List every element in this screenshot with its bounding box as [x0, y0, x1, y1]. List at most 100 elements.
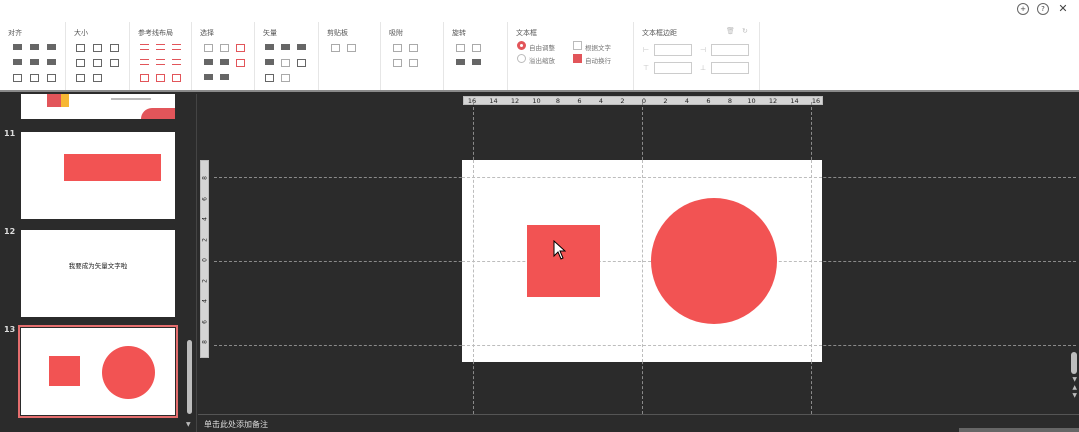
shape-convert-icon[interactable] [281, 74, 290, 82]
ruler-tick-label: 4 [201, 299, 209, 303]
slide-number: 11 [4, 129, 16, 138]
scroll-down-icon[interactable]: ▼ [1072, 376, 1077, 383]
same-width-icon[interactable] [76, 44, 85, 52]
distribute-vertical-icon[interactable] [30, 74, 39, 82]
auto-adjust-radio[interactable] [517, 41, 526, 50]
margin-right-icon: ⊣ [700, 46, 707, 54]
align-center-icon[interactable] [30, 44, 39, 50]
scroll-down-icon[interactable]: ▼ [186, 421, 191, 428]
align-left-icon[interactable] [13, 44, 22, 50]
group-title: 吸附 [389, 29, 403, 37]
slides-scrollbar[interactable] [187, 340, 192, 414]
plus-circle-icon[interactable]: + [1017, 3, 1029, 15]
text-to-vector-icon[interactable] [265, 74, 274, 82]
group-title: 选择 [200, 29, 214, 37]
fit-slide-icon[interactable] [110, 59, 119, 67]
same-height-icon[interactable] [93, 44, 102, 52]
snap-top-icon[interactable] [393, 59, 402, 67]
rotate-right-icon[interactable] [472, 44, 481, 52]
select-same-icon[interactable] [220, 44, 229, 52]
select-bottom-icon[interactable] [204, 74, 213, 80]
ruler-tick-label: 8 [727, 97, 733, 105]
size-right-icon[interactable] [93, 74, 102, 82]
distribute-horizontal-icon[interactable] [13, 74, 22, 82]
guide-spread-v-icon[interactable] [156, 74, 165, 82]
guide-center-icon[interactable] [156, 44, 165, 50]
group-title: 文本框边距 [642, 29, 677, 37]
union-icon[interactable] [265, 44, 274, 50]
guide-spread-h-icon[interactable] [140, 74, 149, 82]
align-top-icon[interactable] [13, 59, 22, 65]
select-invert-icon[interactable] [236, 44, 245, 52]
refresh-icon[interactable]: ↻ [742, 27, 748, 35]
shape-by-text-checkbox[interactable] [573, 41, 582, 50]
group-snap: 吸附 [381, 22, 444, 90]
ruler-tick-label: 0 [201, 258, 209, 262]
intersect-icon[interactable] [265, 59, 274, 65]
red-circle-shape[interactable] [651, 198, 777, 324]
group-align: 对齐 [0, 22, 66, 90]
copy-icon[interactable] [331, 44, 340, 52]
select-color-icon[interactable] [236, 59, 245, 67]
select-all-icon[interactable] [204, 44, 213, 52]
subtract-icon[interactable] [281, 59, 290, 67]
fit-width-icon[interactable] [76, 59, 85, 67]
snap-right-icon[interactable] [409, 44, 418, 52]
snap-bottom-icon[interactable] [409, 59, 418, 67]
margin-top-input[interactable] [654, 62, 692, 74]
align-right-icon[interactable] [47, 44, 56, 50]
slide-thumb-10[interactable] [21, 94, 175, 119]
combine-icon[interactable] [281, 44, 290, 50]
slide-number: 13 [4, 325, 16, 334]
slide-thumb-11[interactable] [21, 132, 175, 219]
paste-icon[interactable] [347, 44, 356, 52]
group-title: 参考线布局 [138, 29, 173, 37]
size-left-icon[interactable] [76, 74, 85, 82]
canvas-scrollbar[interactable] [1071, 352, 1077, 374]
align-bottom-icon[interactable] [47, 59, 56, 65]
auto-wrap-checkbox[interactable] [573, 54, 582, 63]
guide-top-icon[interactable] [140, 59, 149, 65]
same-size-icon[interactable] [110, 44, 119, 52]
guide-right-icon[interactable] [172, 44, 181, 50]
flip-horizontal-icon[interactable] [472, 59, 481, 65]
slide-thumb-12[interactable]: 我要成为矢量文字啦 [21, 230, 175, 317]
ruler-tick-label: 12 [510, 97, 520, 105]
margin-right-input[interactable] [711, 44, 749, 56]
thumb-text: 我要成为矢量文字啦 [68, 262, 128, 270]
overflow-shrink-radio[interactable] [517, 54, 526, 63]
auto-adjust-label: 自由调整 [529, 44, 555, 52]
guide-bottom-icon[interactable] [172, 59, 181, 65]
close-icon[interactable]: ✕ [1057, 3, 1069, 15]
slide-thumb-13[interactable] [18, 325, 178, 418]
rotate-left-icon[interactable] [456, 44, 465, 52]
trash-icon[interactable]: 🗑 [726, 27, 735, 35]
snap-left-icon[interactable] [393, 44, 402, 52]
fit-height-icon[interactable] [93, 59, 102, 67]
select-top-icon[interactable] [204, 59, 213, 65]
group-textbox-margin: 文本框边距 🗑 ↻ ⊢ ⊣ ⊤ ⊥ [634, 22, 760, 90]
auto-wrap-label: 自动换行 [585, 57, 611, 65]
group-title: 大小 [74, 29, 88, 37]
next-slide-icon[interactable]: ▼ [1072, 392, 1077, 399]
margin-left-input[interactable] [654, 44, 692, 56]
guide-fill-icon[interactable] [172, 74, 181, 82]
edit-points-icon[interactable] [297, 59, 306, 67]
help-icon[interactable]: ? [1037, 3, 1049, 15]
fragment-icon[interactable] [297, 44, 306, 50]
guide-middle-icon[interactable] [156, 59, 165, 65]
flip-vertical-icon[interactable] [456, 59, 465, 65]
align-middle-icon[interactable] [30, 59, 39, 65]
ruler-tick-label: 4 [684, 97, 690, 105]
slide-number: 12 [4, 227, 16, 236]
align-slide-icon[interactable] [47, 74, 56, 82]
ruler-tick-label: 16 [811, 97, 821, 105]
ruler-tick-label: 14 [790, 97, 799, 105]
margin-bottom-input[interactable] [711, 62, 749, 74]
guide-left-icon[interactable] [140, 44, 149, 50]
notes-pane[interactable]: 单击此处添加备注 [198, 414, 1079, 432]
select-middle-icon[interactable] [220, 59, 229, 65]
current-slide[interactable] [462, 160, 822, 362]
prev-slide-icon[interactable]: ▲ [1072, 384, 1077, 391]
select-layer-icon[interactable] [220, 74, 229, 80]
